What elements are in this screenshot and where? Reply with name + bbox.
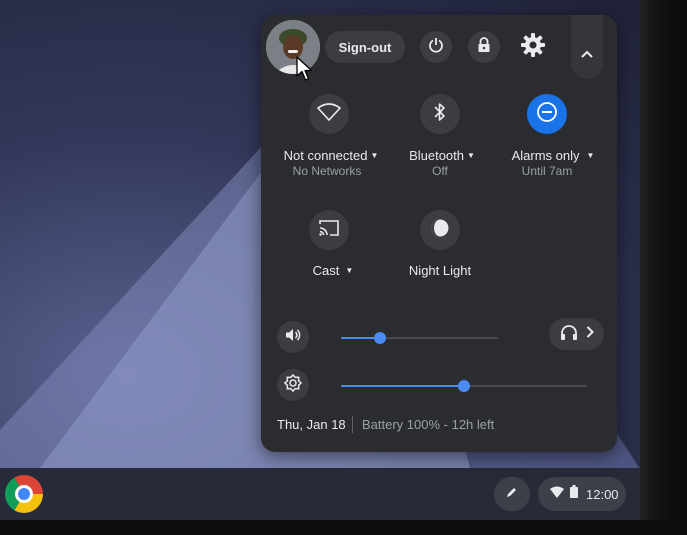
dropdown-caret-icon: ▼ [586,151,595,160]
collapse-menu-button[interactable] [571,15,603,79]
chrome-icon[interactable] [5,475,43,513]
brightness-icon [283,373,303,397]
bluetooth-status: Off [432,164,448,178]
lock-button[interactable] [468,31,500,63]
settings-button[interactable] [517,31,549,63]
network-status: No Networks [292,164,362,178]
battery-icon [570,485,578,503]
screen-bezel-bottom [0,520,687,535]
power-button[interactable] [420,31,452,63]
lock-icon [477,36,491,58]
chevron-up-icon [581,45,593,63]
brightness-button[interactable] [277,369,309,401]
brightness-slider-thumb[interactable] [458,380,470,392]
power-icon [428,37,444,58]
network-label[interactable]: Not connected ▼ [284,148,379,163]
dropdown-caret-icon: ▼ [345,266,354,275]
date-label[interactable]: Thu, Jan 18 [277,417,346,432]
wifi-icon [316,102,342,126]
do-not-disturb-toggle[interactable] [527,94,567,134]
wifi-icon [550,485,564,503]
dropdown-caret-icon: ▼ [467,151,475,160]
headphones-icon [560,324,578,345]
network-toggle[interactable] [309,94,349,134]
stylus-icon [505,485,519,504]
cast-label[interactable]: Cast ▼ [313,263,354,278]
do-not-disturb-status: Until 7am [521,164,573,178]
night-light-label[interactable]: Night Light [409,263,471,278]
do-not-disturb-icon [536,101,558,128]
brightness-slider-fill [341,385,464,387]
volume-slider[interactable] [341,332,498,344]
cast-icon [318,219,340,242]
mute-button[interactable] [277,321,309,353]
bluetooth-icon [434,102,446,127]
battery-status: Battery 100% - 12h left [362,417,495,432]
night-light-icon [430,218,450,243]
cast-toggle[interactable] [309,210,349,250]
mouse-cursor-icon [296,56,314,87]
status-area-button[interactable]: 12:00 [538,477,626,511]
night-light-toggle[interactable] [420,210,460,250]
chevron-right-icon [586,325,594,343]
audio-settings-button[interactable] [549,318,604,350]
volume-icon [285,328,301,347]
stylus-button[interactable] [494,477,530,511]
brightness-slider[interactable] [341,380,587,392]
screen-bezel-right [640,0,687,535]
gear-icon [520,32,546,63]
bluetooth-toggle[interactable] [420,94,460,134]
bluetooth-label[interactable]: Bluetooth ▼ [409,148,475,163]
do-not-disturb-label[interactable]: Alarms only ▼ [512,148,595,163]
clock-time: 12:00 [586,486,619,502]
dropdown-caret-icon: ▼ [370,151,379,160]
footer-divider [352,416,353,433]
sign-out-button[interactable]: Sign-out [325,31,405,63]
